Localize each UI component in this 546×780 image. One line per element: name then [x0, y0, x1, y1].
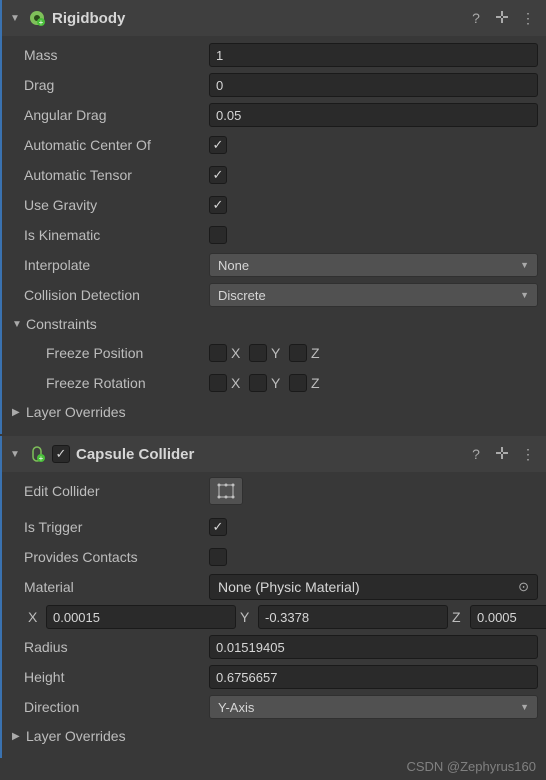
layer-overrides-section[interactable]: ▶ Layer Overrides	[10, 398, 538, 426]
svg-text:+: +	[39, 18, 44, 27]
axis-y-label: Y	[271, 375, 285, 391]
chevron-down-icon: ▼	[520, 290, 529, 300]
freeze-rot-x-checkbox[interactable]	[209, 374, 227, 392]
freeze-pos-z-checkbox[interactable]	[289, 344, 307, 362]
chevron-down-icon: ▼	[520, 260, 529, 270]
axis-x-label: X	[231, 375, 245, 391]
preset-icon[interactable]	[492, 10, 512, 27]
gravity-label: Use Gravity	[10, 197, 205, 213]
mass-input[interactable]	[209, 43, 538, 67]
is-trigger-label: Is Trigger	[10, 519, 205, 535]
interpolate-label: Interpolate	[10, 257, 205, 273]
gravity-checkbox[interactable]	[209, 196, 227, 214]
direction-dropdown[interactable]: Y-Axis ▼	[209, 695, 538, 719]
direction-label: Direction	[10, 699, 205, 715]
constraints-label: Constraints	[26, 316, 97, 332]
capsule-collider-icon: +	[28, 445, 46, 463]
layer-overrides-label: Layer Overrides	[26, 404, 126, 420]
center-y-input[interactable]	[258, 605, 448, 629]
height-label: Height	[10, 669, 205, 685]
foldout-icon[interactable]: ▼	[10, 319, 22, 330]
rigidbody-body: Mass Drag Angular Drag Automatic Center …	[2, 36, 546, 434]
center-z-input[interactable]	[470, 605, 546, 629]
direction-value: Y-Axis	[218, 700, 254, 715]
axis-x-label: X	[28, 609, 42, 625]
kinematic-checkbox[interactable]	[209, 226, 227, 244]
foldout-icon[interactable]: ▶	[10, 731, 22, 742]
auto-com-checkbox[interactable]	[209, 136, 227, 154]
capsule-header[interactable]: ▼ + Capsule Collider ? ⋮	[2, 436, 546, 472]
help-icon[interactable]: ?	[466, 446, 486, 462]
rigidbody-title: Rigidbody	[52, 10, 460, 27]
mass-label: Mass	[10, 47, 205, 63]
freeze-rotation-label: Freeze Rotation	[10, 375, 205, 391]
material-value: None (Physic Material)	[218, 579, 360, 595]
material-label: Material	[10, 579, 205, 595]
center-x-input[interactable]	[46, 605, 236, 629]
auto-com-label: Automatic Center Of	[10, 137, 205, 153]
freeze-position-label: Freeze Position	[10, 345, 205, 361]
menu-icon[interactable]: ⋮	[518, 446, 538, 463]
collision-detection-value: Discrete	[218, 288, 266, 303]
capsule-title: Capsule Collider	[76, 446, 460, 463]
chevron-down-icon: ▼	[520, 702, 529, 712]
center-label: Center	[10, 609, 24, 625]
interpolate-dropdown[interactable]: None ▼	[209, 253, 538, 277]
component-enabled-checkbox[interactable]	[52, 445, 70, 463]
preset-icon[interactable]	[492, 446, 512, 463]
foldout-icon[interactable]: ▼	[10, 13, 22, 24]
foldout-icon[interactable]: ▶	[10, 407, 22, 418]
edit-collider-label: Edit Collider	[10, 483, 205, 499]
rigidbody-component: ▼ + Rigidbody ? ⋮ Mass Drag Angular Drag…	[0, 0, 546, 434]
freeze-pos-y-checkbox[interactable]	[249, 344, 267, 362]
object-picker-icon[interactable]: ⊙	[518, 579, 529, 595]
auto-tensor-label: Automatic Tensor	[10, 167, 205, 183]
freeze-rot-z-checkbox[interactable]	[289, 374, 307, 392]
provides-contacts-checkbox[interactable]	[209, 548, 227, 566]
layer-overrides-label: Layer Overrides	[26, 728, 126, 744]
drag-input[interactable]	[209, 73, 538, 97]
provides-contacts-label: Provides Contacts	[10, 549, 205, 565]
drag-label: Drag	[10, 77, 205, 93]
radius-input[interactable]	[209, 635, 538, 659]
axis-y-label: Y	[240, 609, 254, 625]
help-icon[interactable]: ?	[466, 10, 486, 26]
height-input[interactable]	[209, 665, 538, 689]
auto-tensor-checkbox[interactable]	[209, 166, 227, 184]
material-field[interactable]: None (Physic Material) ⊙	[209, 574, 538, 600]
axis-z-label: Z	[311, 375, 325, 391]
constraints-section[interactable]: ▼ Constraints	[10, 310, 538, 338]
axis-y-label: Y	[271, 345, 285, 361]
foldout-icon[interactable]: ▼	[10, 449, 22, 460]
capsule-body: Edit Collider Is Trigger Provides Contac…	[2, 472, 546, 758]
kinematic-label: Is Kinematic	[10, 227, 205, 243]
interpolate-value: None	[218, 258, 249, 273]
rigidbody-header[interactable]: ▼ + Rigidbody ? ⋮	[2, 0, 546, 36]
rigidbody-icon: +	[28, 9, 46, 27]
axis-z-label: Z	[452, 609, 466, 625]
angular-drag-label: Angular Drag	[10, 107, 205, 123]
freeze-rot-y-checkbox[interactable]	[249, 374, 267, 392]
edit-collider-button[interactable]	[209, 477, 243, 505]
collision-detection-dropdown[interactable]: Discrete ▼	[209, 283, 538, 307]
collision-detection-label: Collision Detection	[10, 287, 205, 303]
is-trigger-checkbox[interactable]	[209, 518, 227, 536]
axis-x-label: X	[231, 345, 245, 361]
svg-text:+: +	[39, 454, 44, 463]
angular-drag-input[interactable]	[209, 103, 538, 127]
capsule-collider-component: ▼ + Capsule Collider ? ⋮ Edit Collider I…	[0, 436, 546, 758]
axis-z-label: Z	[311, 345, 325, 361]
radius-label: Radius	[10, 639, 205, 655]
freeze-pos-x-checkbox[interactable]	[209, 344, 227, 362]
menu-icon[interactable]: ⋮	[518, 10, 538, 27]
layer-overrides-section[interactable]: ▶ Layer Overrides	[10, 722, 538, 750]
watermark: CSDN @Zephyrus160	[406, 759, 536, 774]
